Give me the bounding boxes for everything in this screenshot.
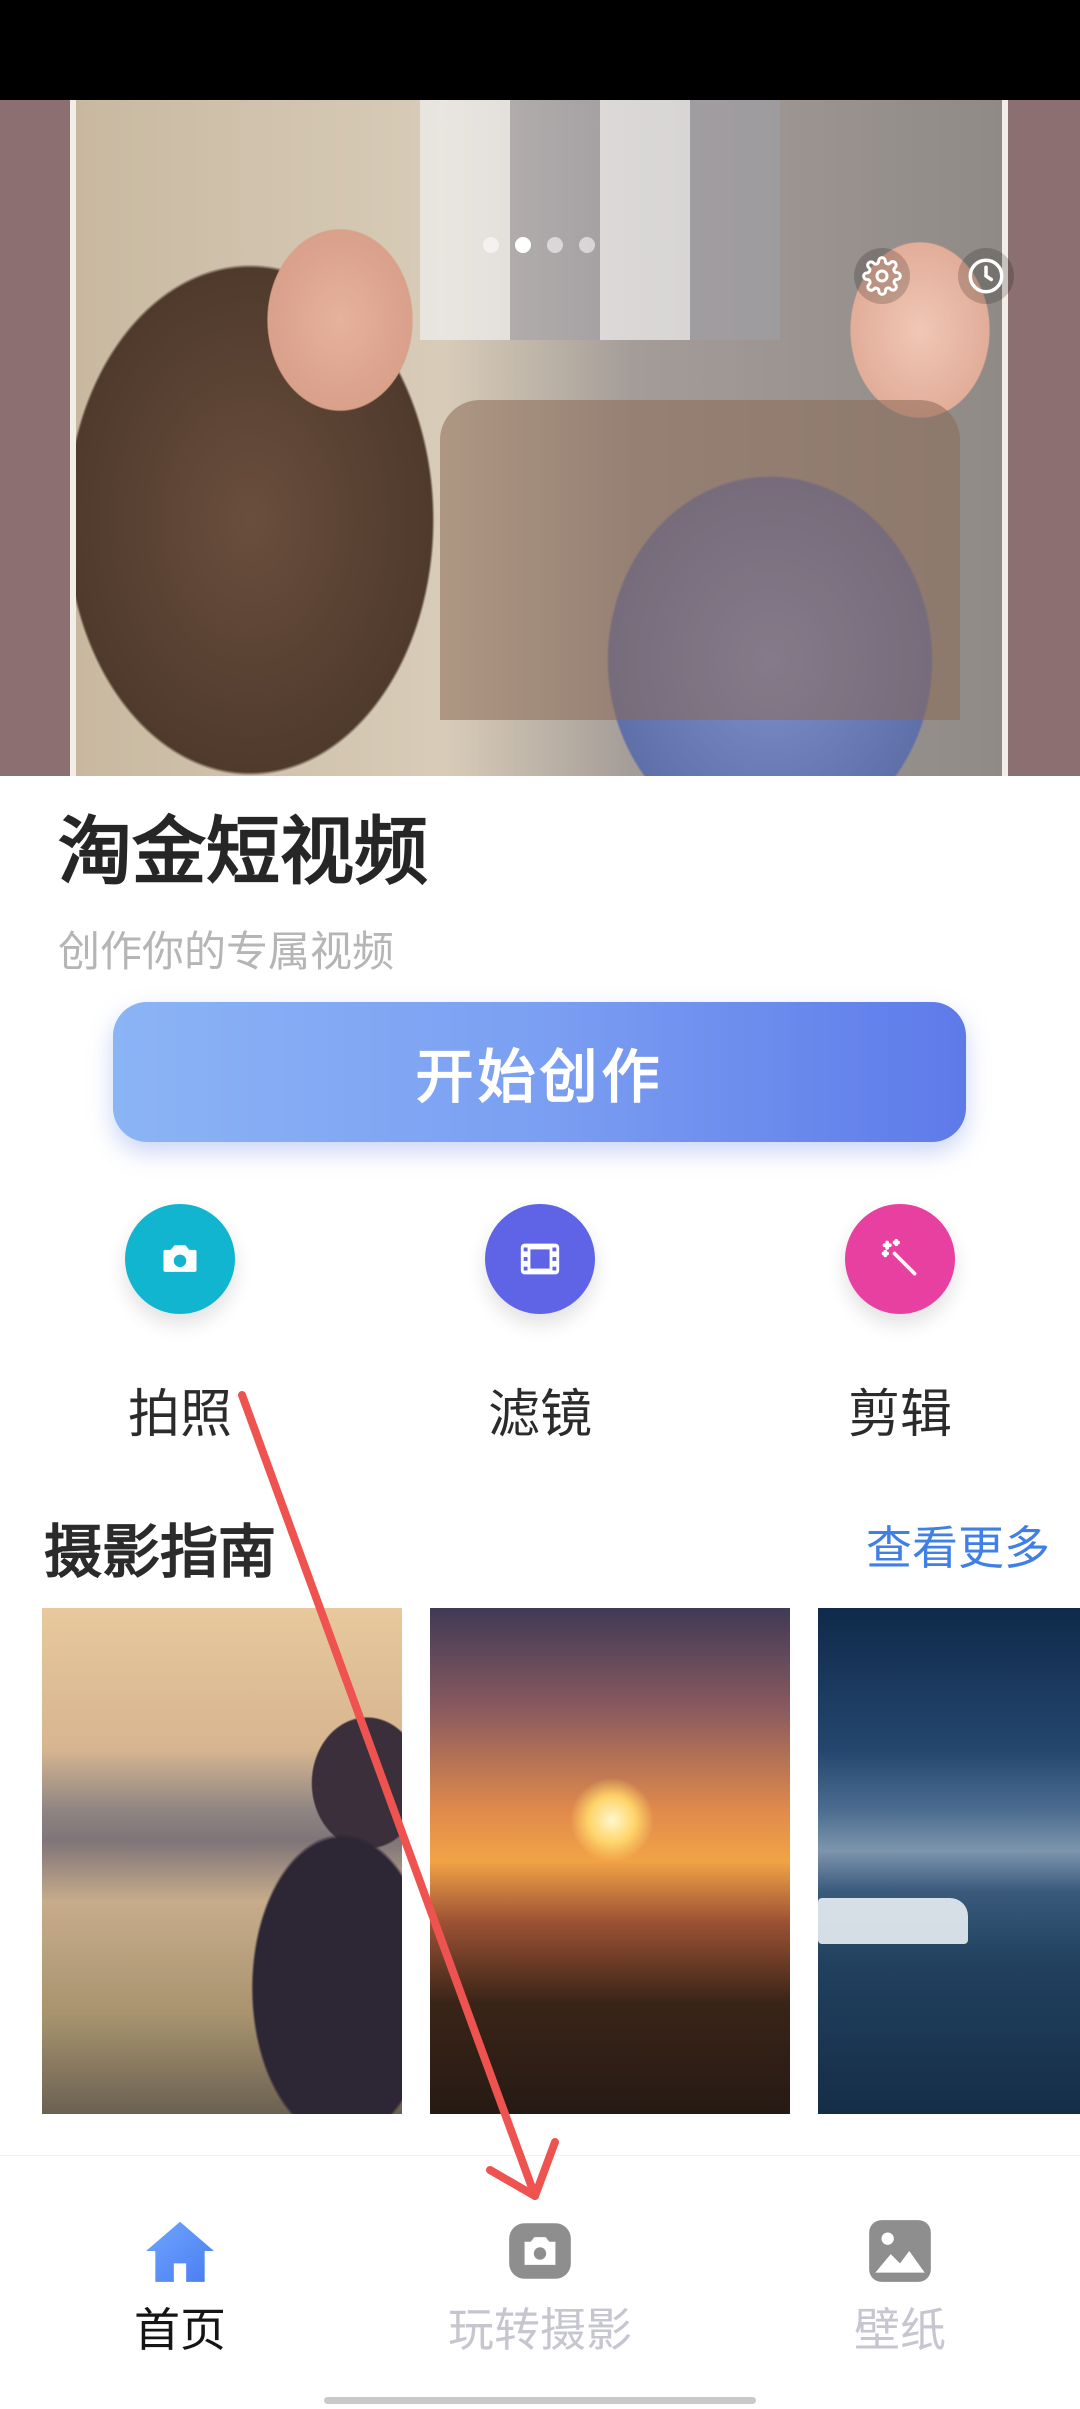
- status-bar: [0, 0, 1080, 100]
- banner-frame-left: [70, 100, 76, 776]
- nav-label-home: 首页: [134, 2303, 226, 2357]
- tool-filter[interactable]: 滤镜: [430, 1204, 650, 1445]
- camera-icon: [509, 2223, 571, 2279]
- tool-filter-label: 滤镜: [487, 1385, 592, 1445]
- camera-icon: [163, 1245, 197, 1272]
- settings-button[interactable]: [854, 248, 910, 304]
- start-creating-button[interactable]: 开始创作: [113, 1002, 966, 1142]
- image-icon: [869, 2220, 931, 2282]
- banner-image: [70, 100, 1008, 776]
- home-icon: [146, 2221, 214, 2282]
- carousel-dot[interactable]: [579, 237, 595, 253]
- gear-icon: [862, 256, 902, 296]
- nav-item-wallpaper[interactable]: 壁纸: [770, 2216, 1030, 2360]
- nav-item-home[interactable]: 首页: [50, 2216, 310, 2360]
- app-title: 淘金短视频: [58, 809, 428, 895]
- history-button[interactable]: [958, 248, 1014, 304]
- nav-item-photography[interactable]: 玩转摄影: [410, 2216, 670, 2360]
- carousel-dot[interactable]: [547, 237, 563, 253]
- section-title-guide: 摄影指南: [44, 1518, 277, 1586]
- guide-card-lake[interactable]: [818, 1608, 1080, 2114]
- film-icon: [520, 1243, 560, 1275]
- banner-frame-right: [1002, 100, 1008, 776]
- tool-photo-label: 拍照: [127, 1385, 232, 1445]
- hero-banner[interactable]: [0, 100, 1080, 776]
- carousel-indicator[interactable]: [483, 237, 595, 253]
- tool-edit-label: 剪辑: [847, 1385, 952, 1445]
- tool-edit[interactable]: 剪辑: [790, 1204, 1010, 1445]
- guide-card-portrait[interactable]: [42, 1608, 402, 2114]
- tool-photo-circle[interactable]: [125, 1204, 235, 1314]
- app-subtitle: 创作你的专属视频: [58, 927, 395, 976]
- tool-filter-circle[interactable]: [485, 1204, 595, 1314]
- home-indicator[interactable]: [324, 2397, 756, 2404]
- nav-label-wallpaper: 壁纸: [854, 2303, 946, 2357]
- tool-edit-circle[interactable]: [845, 1204, 955, 1314]
- nav-label-photography: 玩转摄影: [448, 2303, 632, 2357]
- carousel-dot-active[interactable]: [515, 237, 531, 253]
- magic-wand-icon: [881, 1238, 917, 1276]
- tool-photo[interactable]: 拍照: [70, 1204, 290, 1445]
- carousel-dot[interactable]: [483, 237, 499, 253]
- guide-card-sunset[interactable]: [430, 1608, 790, 2114]
- clock-icon: [968, 258, 1004, 294]
- see-more-link[interactable]: 查看更多: [866, 1512, 1050, 1578]
- bottom-navigation: 首页 玩转摄影 壁纸: [0, 2155, 1080, 2409]
